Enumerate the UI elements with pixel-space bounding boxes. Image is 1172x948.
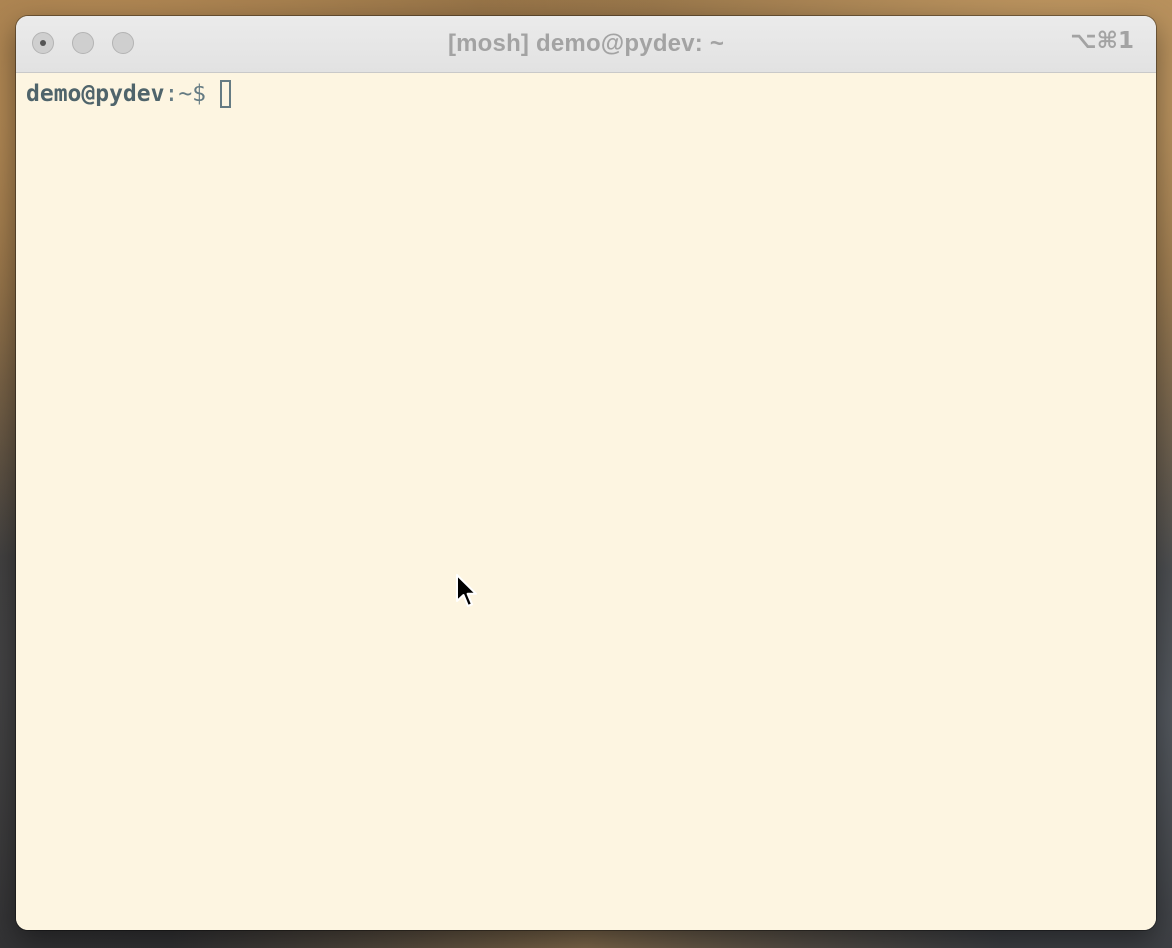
window-shortcut: ⌥⌘1 xyxy=(1070,28,1134,54)
terminal-window: [mosh] demo@pydev: ~ ⌥⌘1 demo@pydev:~$ xyxy=(16,16,1156,930)
window-title: [mosh] demo@pydev: ~ xyxy=(447,30,725,57)
mouse-pointer-icon xyxy=(456,574,477,607)
titlebar[interactable]: [mosh] demo@pydev: ~ ⌥⌘1 xyxy=(16,16,1156,73)
terminal-content[interactable]: demo@pydev:~$ xyxy=(16,73,1156,930)
prompt-user-host: demo@pydev xyxy=(26,81,165,107)
prompt-path: :~$ xyxy=(164,81,207,107)
prompt-line: demo@pydev:~$ xyxy=(26,79,1146,109)
text-cursor xyxy=(220,80,232,108)
